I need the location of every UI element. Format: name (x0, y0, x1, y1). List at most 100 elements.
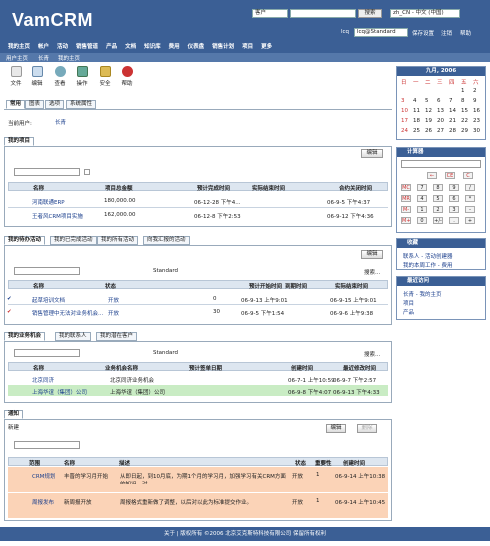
calc-key[interactable]: . (449, 217, 459, 224)
recent-item[interactable]: 长青 - 我的主页 (403, 290, 441, 298)
calc-key[interactable]: 1 (417, 206, 427, 213)
projects-filter-checkbox[interactable] (84, 169, 90, 175)
calendar-day[interactable]: 27 (437, 128, 444, 134)
nav-projects[interactable]: 项目 (242, 42, 253, 51)
help-link[interactable]: 帮助 (460, 29, 471, 37)
task-row-name[interactable]: 起草培训文档 (32, 296, 65, 304)
calc-key[interactable]: MC (401, 184, 411, 191)
calc-key[interactable]: CE (445, 172, 455, 179)
calendar-day[interactable]: 14 (449, 108, 456, 114)
tab-reported-tasks[interactable]: 向我汇报的活动 (143, 236, 190, 245)
calendar-day[interactable]: 21 (449, 118, 456, 124)
col-scope[interactable]: 范围 (29, 459, 40, 467)
calc-key[interactable]: M+ (401, 217, 411, 224)
calc-key[interactable]: + (465, 217, 475, 224)
recent-item[interactable]: 产品 (403, 308, 414, 316)
col-expected[interactable]: 预计签单日期 (189, 364, 222, 372)
col-actual[interactable]: 实际结束时间 (252, 184, 285, 192)
nav-more[interactable]: 更多 (261, 42, 272, 51)
calendar-day[interactable]: 20 (437, 118, 444, 124)
calc-key[interactable]: ← (427, 172, 437, 179)
user-select[interactable]: lcq@Standard (354, 28, 408, 37)
opportunity-row-name[interactable]: 上海华谊（集团）公司 (32, 388, 87, 396)
nav-dashboard[interactable]: 仪表盘 (188, 42, 205, 51)
col-created[interactable]: 创建时间 (291, 364, 313, 372)
col-status[interactable]: 状态 (295, 459, 306, 467)
opportunities-view-select[interactable]: Standard (153, 350, 178, 356)
breadcrumb-user[interactable]: 长青 (38, 54, 49, 62)
projects-tab[interactable]: 我的项目 (4, 137, 35, 146)
calendar-day[interactable]: 3 (401, 98, 405, 104)
tasks-edit-button[interactable]: 编辑 (361, 250, 383, 259)
col-name[interactable]: 名称 (33, 364, 44, 372)
calendar-day[interactable]: 24 (401, 128, 408, 134)
col-created[interactable]: 创建时间 (343, 459, 365, 467)
tab-my-open-tasks[interactable]: 我的待办活动 (4, 236, 46, 245)
calendar-day[interactable]: 8 (461, 98, 465, 104)
tab-system[interactable]: 系统属性 (66, 100, 97, 109)
nav-documents[interactable]: 文档 (125, 42, 136, 51)
calendar-day[interactable]: 30 (473, 128, 480, 134)
col-end[interactable]: 实际结束时间 (335, 282, 368, 290)
calc-key[interactable]: 7 (417, 184, 427, 191)
search-button[interactable]: 搜索 (358, 9, 382, 18)
col-due[interactable]: 到期时间 (285, 282, 307, 290)
toolbar-edit[interactable]: 编辑 (27, 66, 47, 87)
calc-key[interactable]: 4 (417, 195, 427, 202)
notice-row-scope[interactable]: 周报发布 (32, 498, 54, 506)
calendar-day[interactable]: 16 (473, 108, 480, 114)
opportunities-search-link[interactable]: 搜索... (364, 350, 380, 358)
nav-accounts[interactable]: 帐户 (38, 42, 49, 51)
calendar-day[interactable]: 28 (449, 128, 456, 134)
calendar-day[interactable]: 19 (425, 118, 432, 124)
col-importance[interactable]: 重要性 (315, 459, 332, 467)
col-name[interactable]: 名称 (33, 184, 44, 192)
calendar-day[interactable]: 22 (461, 118, 468, 124)
calc-key[interactable]: 2 (433, 206, 443, 213)
nav-products[interactable]: 产品 (106, 42, 117, 51)
col-planned[interactable]: 预计完成时间 (197, 184, 230, 192)
calendar-day[interactable]: 15 (461, 108, 468, 114)
calendar-day[interactable]: 26 (425, 128, 432, 134)
save-settings-link[interactable]: 保存设置 (412, 29, 434, 37)
calendar-day[interactable]: 2 (473, 88, 477, 94)
col-start[interactable]: 预计开始时间 (249, 282, 282, 290)
opportunities-search-input[interactable] (14, 349, 80, 357)
tab-my-all-tasks[interactable]: 我的所有活动 (97, 236, 139, 245)
calc-key[interactable]: M- (401, 206, 411, 213)
search-type-select[interactable]: 客户 (252, 9, 288, 18)
recent-item[interactable]: 项目 (403, 299, 414, 307)
tab-my-opportunities[interactable]: 我的业务机会 (4, 332, 46, 341)
logout-link[interactable]: 注销 (441, 29, 452, 37)
search-input[interactable] (290, 9, 356, 18)
calendar-day[interactable]: 7 (449, 98, 453, 104)
language-select[interactable]: zh_CN - 中文 (中国) (390, 9, 460, 18)
toolbar-help[interactable]: 帮助 (117, 66, 137, 87)
nav-sales-plan[interactable]: 销售计划 (212, 42, 234, 51)
calc-key[interactable]: +/- (433, 217, 443, 224)
projects-search-input[interactable] (14, 168, 80, 176)
calc-key[interactable]: 6 (449, 195, 459, 202)
projects-edit-button[interactable]: 编辑 (361, 149, 383, 158)
calendar-day[interactable]: 18 (413, 118, 420, 124)
calc-key[interactable]: 5 (433, 195, 443, 202)
calendar-day[interactable]: 10 (401, 108, 408, 114)
calendar-day[interactable]: 13 (437, 108, 444, 114)
calc-key[interactable]: 0 (417, 217, 427, 224)
tab-charts[interactable]: 图表 (25, 100, 45, 109)
calendar-day[interactable]: 12 (425, 108, 432, 114)
calendar-day[interactable]: 1 (461, 88, 465, 94)
current-user-value[interactable]: 长青 (55, 118, 66, 126)
calendar-day[interactable]: 6 (437, 98, 441, 104)
col-name[interactable]: 名称 (33, 282, 44, 290)
notice-row-scope[interactable]: CRM规划 (32, 472, 55, 480)
toolbar-security[interactable]: 安全 (95, 66, 115, 87)
opportunity-row-name[interactable]: 北京同济 (32, 376, 54, 384)
calendar-day[interactable]: 11 (413, 108, 420, 114)
col-amount[interactable]: 项目总金额 (105, 184, 133, 192)
tasks-search-link[interactable]: 搜索... (364, 268, 380, 276)
tab-my-completed-tasks[interactable]: 我的已完成活动 (50, 236, 97, 245)
nav-pipeline[interactable]: 销售管道 (76, 42, 98, 51)
project-row-name[interactable]: 王者风CRM项目实施 (32, 212, 83, 220)
calendar-day[interactable]: 17 (401, 118, 408, 124)
